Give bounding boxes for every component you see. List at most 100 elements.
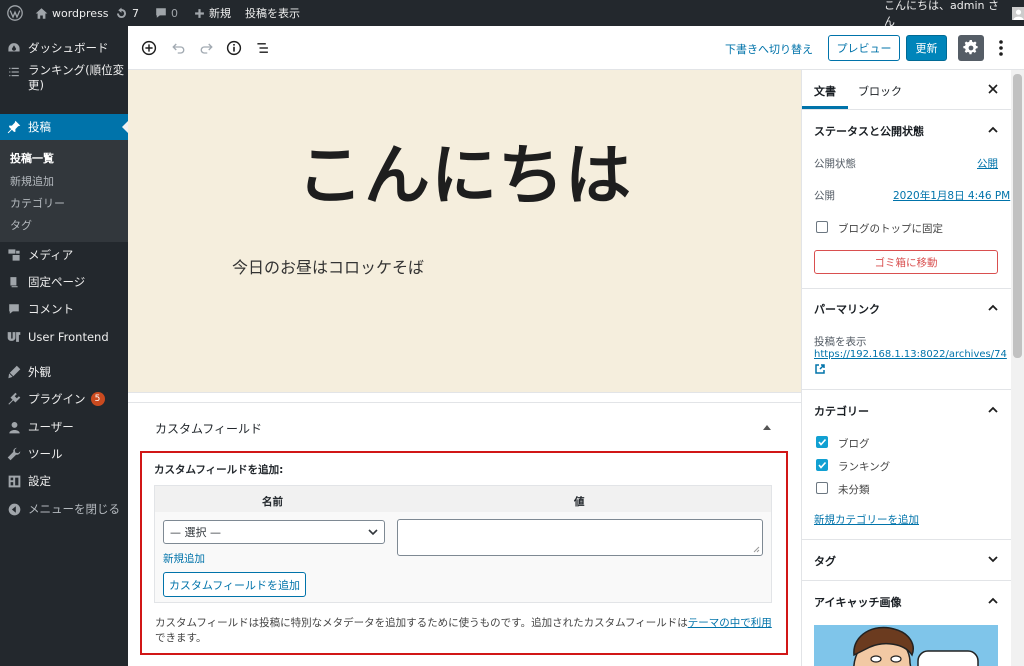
sidebar-item-plugins[interactable]: プラグイン 5 bbox=[0, 388, 128, 410]
submenu-all-posts[interactable]: 投稿一覧 bbox=[10, 150, 54, 166]
update-button[interactable]: 更新 bbox=[906, 35, 947, 61]
custom-field-value-textarea[interactable] bbox=[397, 519, 763, 556]
close-icon bbox=[988, 84, 998, 94]
add-new-category-link[interactable]: 新規カテゴリーを追加 bbox=[814, 512, 919, 527]
status-panel-title[interactable]: ステータスと公開状態 bbox=[814, 123, 924, 139]
resize-handle-icon bbox=[753, 546, 760, 553]
chevron-up-icon[interactable] bbox=[988, 597, 998, 604]
chevron-down-icon[interactable] bbox=[988, 556, 998, 563]
move-to-trash-button[interactable]: ゴミ箱に移動 bbox=[814, 250, 998, 274]
sidebar-item-ranking[interactable]: ランキング(順位変更) bbox=[0, 63, 128, 99]
sidebar-item-users[interactable]: ユーザー bbox=[0, 416, 128, 438]
editor-toolbar: 下書きへ切り替え プレビュー 更新 bbox=[128, 26, 1024, 70]
category-label-blog: ブログ bbox=[838, 438, 870, 450]
publish-label: 公開 bbox=[814, 190, 835, 202]
external-link-icon[interactable] bbox=[815, 364, 825, 374]
home-icon bbox=[35, 7, 48, 20]
permalink-panel-title[interactable]: パーマリンク bbox=[814, 301, 880, 317]
sticky-label: ブログのトップに固定 bbox=[838, 223, 943, 235]
chevron-down-icon bbox=[368, 529, 378, 536]
wordpress-logo-icon[interactable] bbox=[7, 0, 23, 26]
sticky-checkbox[interactable] bbox=[816, 221, 828, 233]
close-sidebar-button[interactable] bbox=[988, 84, 998, 94]
tags-panel-title[interactable]: タグ bbox=[814, 553, 836, 569]
undo-button[interactable] bbox=[166, 36, 190, 60]
chevron-up-icon[interactable] bbox=[988, 126, 998, 133]
sidebar-item-comments[interactable]: コメント bbox=[0, 298, 128, 320]
category-checkbox-blog[interactable] bbox=[816, 436, 828, 448]
add-block-button[interactable] bbox=[137, 36, 161, 60]
category-checkbox-uncategorized[interactable] bbox=[816, 482, 828, 494]
account-menu[interactable]: こんにちは、admin さん bbox=[884, 0, 1024, 28]
chevron-up-icon[interactable] bbox=[988, 304, 998, 311]
custom-field-table-header bbox=[155, 486, 771, 512]
submenu-add-new[interactable]: 新規追加 bbox=[10, 173, 54, 189]
custom-field-key-select[interactable]: — 選択 — bbox=[163, 520, 385, 544]
sidebar-item-appearance[interactable]: 外観 bbox=[0, 361, 128, 383]
updates-link[interactable]: 7 bbox=[115, 0, 139, 26]
settings-toggle-button[interactable] bbox=[958, 35, 984, 61]
submenu-tags[interactable]: タグ bbox=[10, 217, 32, 233]
sidebar-item-settings[interactable]: 設定 bbox=[0, 470, 128, 492]
add-custom-field-button[interactable]: カスタムフィールドを追加 bbox=[163, 572, 306, 597]
chevron-up-icon[interactable] bbox=[988, 406, 998, 413]
sidebar-item-tools[interactable]: ツール bbox=[0, 443, 128, 465]
updates-count: 7 bbox=[132, 6, 139, 20]
plugin-update-badge: 5 bbox=[90, 392, 105, 406]
tab-block[interactable]: ブロック bbox=[858, 83, 902, 99]
collapse-icon bbox=[0, 503, 28, 516]
view-post-link[interactable]: 投稿を表示 bbox=[245, 0, 300, 26]
category-checkbox-ranking[interactable] bbox=[816, 459, 828, 471]
comments-link[interactable]: 0 bbox=[155, 0, 178, 26]
redo-icon bbox=[199, 41, 214, 56]
updates-icon bbox=[115, 7, 128, 20]
sidebar-item-dashboard[interactable]: ダッシュボード bbox=[0, 37, 128, 59]
theme-usage-link[interactable]: テーマの中で利用 bbox=[688, 617, 772, 629]
media-icon bbox=[0, 248, 28, 262]
post-title[interactable]: こんにちは bbox=[128, 122, 801, 218]
sidebar-item-user-frontend[interactable]: User Frontend bbox=[0, 326, 128, 348]
paragraph-block[interactable]: 今日のお昼はコロッケそば bbox=[232, 254, 424, 278]
custom-fields-description: カスタムフィールドは投稿に特別なメタデータを追加するために使うものです。追加され… bbox=[155, 617, 772, 644]
frontend-icon bbox=[0, 331, 28, 343]
collapse-up-icon[interactable] bbox=[763, 424, 771, 430]
more-vertical-icon bbox=[999, 40, 1003, 56]
admin-bar: wordpress 7 0 新規 投稿を表示 こんにちは、admin さん bbox=[0, 0, 1024, 28]
category-panel-title[interactable]: カテゴリー bbox=[814, 403, 869, 419]
undo-icon bbox=[171, 41, 186, 56]
panel-divider bbox=[802, 539, 1011, 540]
list-icon bbox=[0, 63, 28, 78]
enter-new-link[interactable]: 新規追加 bbox=[163, 551, 205, 566]
cover-block[interactable] bbox=[128, 70, 801, 392]
more-options-button[interactable] bbox=[996, 38, 1006, 58]
info-icon bbox=[226, 40, 242, 56]
featured-image-thumbnail[interactable] bbox=[814, 625, 998, 666]
sidebar-item-pages[interactable]: 固定ページ bbox=[0, 271, 128, 293]
pin-icon bbox=[0, 120, 28, 134]
content-info-button[interactable] bbox=[222, 36, 246, 60]
switch-to-draft-button[interactable]: 下書きへ切り替え bbox=[725, 41, 813, 57]
publish-date-link[interactable]: 2020年1月8日 4:46 PM bbox=[893, 188, 1010, 203]
preview-button[interactable]: プレビュー bbox=[828, 35, 900, 61]
submenu-categories[interactable]: カテゴリー bbox=[10, 195, 65, 211]
editor-canvas: こんにちは 今日のお昼はコロッケそば カスタムフィールド カスタムフィールドを追… bbox=[128, 70, 801, 666]
permalink-url-link[interactable]: https://192.168.1.13:8022/archives/74 bbox=[814, 349, 1007, 360]
gear-icon bbox=[963, 40, 979, 56]
site-name: wordpress bbox=[52, 6, 109, 20]
visibility-value-link[interactable]: 公開 bbox=[977, 156, 998, 171]
featured-image-panel-title[interactable]: アイキャッチ画像 bbox=[814, 594, 901, 610]
appearance-icon bbox=[0, 365, 28, 379]
category-label-uncategorized: 未分類 bbox=[838, 484, 870, 496]
panel-divider bbox=[802, 580, 1011, 581]
redo-button[interactable] bbox=[194, 36, 218, 60]
plus-circle-icon bbox=[141, 40, 157, 56]
new-content-link[interactable]: 新規 bbox=[194, 0, 231, 26]
tool-icon bbox=[0, 447, 28, 461]
sidebar-item-posts[interactable]: 投稿 bbox=[0, 114, 128, 140]
sidebar-collapse[interactable]: メニューを閉じる bbox=[0, 498, 128, 520]
block-navigation-button[interactable] bbox=[251, 36, 275, 60]
scrollbar-thumb[interactable] bbox=[1013, 74, 1022, 358]
site-name-link[interactable]: wordpress bbox=[35, 0, 109, 26]
sidebar-item-media[interactable]: メディア bbox=[0, 244, 128, 266]
tab-document[interactable]: 文書 bbox=[814, 83, 836, 99]
